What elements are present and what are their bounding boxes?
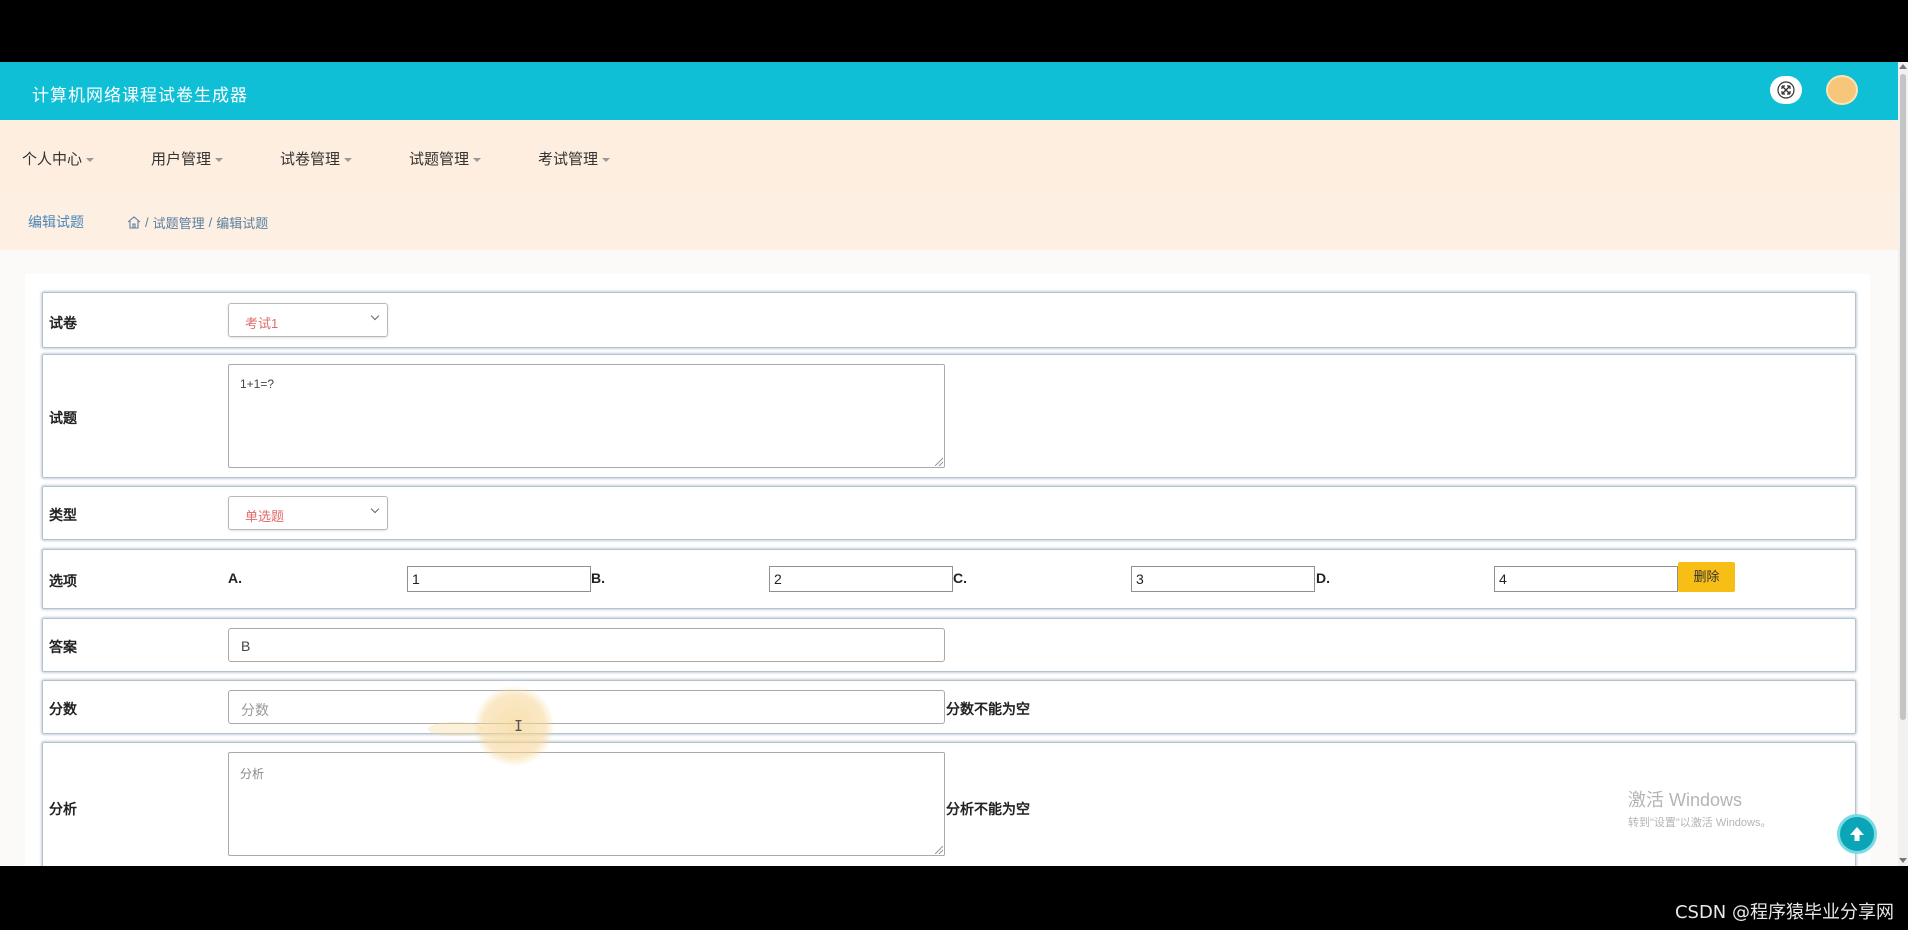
option-a-letter: A. [228,570,242,586]
form-row-options: 选项 A. 1 B. 2 C. 3 D. 4 删除 [42,549,1856,609]
arrow-up-icon [1850,827,1864,841]
breadcrumb-bar: 编辑试题 / 试题管理 / 编辑试题 [0,192,1898,250]
type-select[interactable]: 单选题 [228,496,388,530]
activate-title: 激活 Windows [1628,790,1743,810]
chevron-down-icon [473,158,482,163]
breadcrumb: / 试题管理 / 编辑试题 [127,213,268,232]
score-input[interactable]: 分数 [228,690,945,724]
answer-label: 答案 [49,639,77,655]
fullscreen-button[interactable] [1770,76,1802,104]
option-c-input[interactable]: 3 [1131,566,1315,592]
chevron-down-icon [344,158,353,163]
home-icon[interactable] [127,216,141,229]
nav-item-exam-management[interactable]: 考试管理 [538,148,611,169]
type-label: 类型 [49,507,77,523]
form-row-paper: 试卷 考试1 [42,292,1856,348]
chevron-down-icon [86,158,95,163]
form-row-answer: 答案 B [42,618,1856,672]
analysis-label: 分析 [49,801,77,817]
score-label: 分数 [49,701,77,717]
back-to-top-button[interactable] [1837,814,1877,854]
paper-label: 试卷 [49,315,77,331]
analysis-textarea[interactable]: 分析 [228,752,945,856]
scroll-down-icon[interactable] [1899,858,1907,863]
score-error: 分数不能为空 [946,701,1030,717]
breadcrumb-separator: / [208,215,213,230]
chevron-down-icon [215,158,224,163]
nav-item-user-management[interactable]: 用户管理 [151,148,224,169]
page-title: 编辑试题 [28,214,84,230]
text-cursor-icon: I [514,717,524,735]
resize-handle[interactable] [935,458,943,466]
header-bar: 计算机网络课程试卷生成器 [0,62,1898,120]
option-d-input[interactable]: 4 [1494,566,1678,592]
option-d-letter: D. [1316,570,1330,586]
watermark: CSDN @程序猿毕业分享网 [1674,902,1894,923]
paper-select[interactable]: 考试1 [228,303,388,337]
scrollbar-thumb[interactable] [1900,74,1906,720]
nav-item-question-management[interactable]: 试题管理 [409,148,482,169]
form-row-analysis: 分析 分析 分析不能为空 [42,742,1856,866]
scroll-up-icon[interactable] [1899,64,1907,69]
breadcrumb-item-edit-question: 编辑试题 [216,216,269,231]
chevron-down-icon [370,311,380,321]
delete-option-button[interactable]: 删除 [1678,562,1735,592]
fullscreen-icon [1777,81,1795,99]
resize-handle[interactable] [935,846,943,854]
option-b-letter: B. [591,570,605,586]
main-nav: 个人中心 用户管理 试卷管理 试题管理 考试管理 [0,120,1898,192]
form-row-question: 试题 1+1=? [42,354,1856,478]
answer-input[interactable]: B [228,628,945,662]
app-title: 计算机网络课程试卷生成器 [32,86,248,106]
options-label: 选项 [49,573,77,589]
breadcrumb-item-question-management[interactable]: 试题管理 [153,213,205,232]
app-window: 计算机网络课程试卷生成器 个人中心 用户管理 试卷管理 试题管理 考试管理 编辑… [0,62,1908,866]
breadcrumb-separator: / [145,215,149,230]
form-row-type: 类型 单选题 [42,486,1856,540]
question-label: 试题 [49,410,77,426]
nav-item-personal-center[interactable]: 个人中心 [22,148,95,169]
video-letterbox: CSDN @程序猿毕业分享网 [0,866,1908,930]
option-c-letter: C. [953,570,967,586]
analysis-error: 分析不能为空 [946,801,1030,817]
chevron-down-icon [602,158,611,163]
chevron-down-icon [370,504,380,514]
question-textarea[interactable]: 1+1=? [228,364,945,468]
form-row-score: 分数 分数 分数不能为空 [42,680,1856,734]
activate-subtitle: 转到"设置"以激活 Windows。 [1628,817,1772,829]
option-b-input[interactable]: 2 [769,566,953,592]
option-a-input[interactable]: 1 [407,566,591,592]
avatar-icon[interactable] [1826,75,1858,105]
nav-item-paper-management[interactable]: 试卷管理 [280,148,353,169]
windows-activation-notice: 激活 Windows 转到"设置"以激活 Windows。 [1628,786,1772,830]
vertical-scrollbar[interactable] [1898,62,1908,866]
